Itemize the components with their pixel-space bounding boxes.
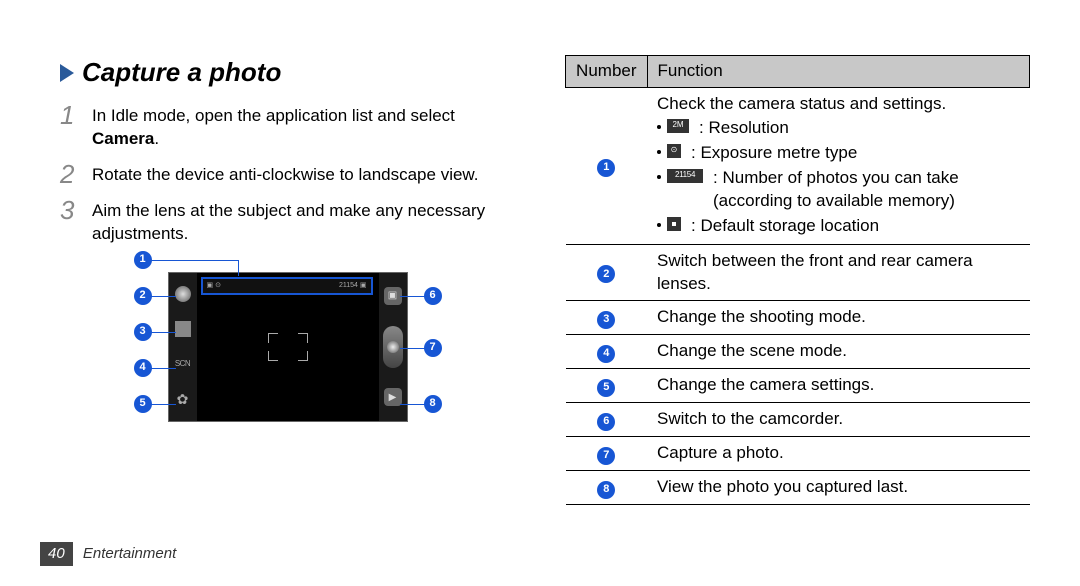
bullet-item: ⊙ : Exposure metre type xyxy=(657,141,1019,166)
number-bubble: 7 xyxy=(597,447,615,465)
callout-2: 2 xyxy=(134,287,152,305)
function-lead: Check the camera status and settings. xyxy=(657,93,1019,116)
bullet-item: : Default storage location xyxy=(657,214,1019,239)
step-number: 3 xyxy=(60,197,78,246)
right-column: Number Function 1 Check the camera status… xyxy=(565,55,1030,505)
bullet-text: : Resolution xyxy=(699,117,789,140)
left-column: Capture a photo 1 In Idle mode, open the … xyxy=(60,55,515,505)
status-left: ▣ ⊙ xyxy=(207,281,221,290)
bullet-item: 2M : Resolution xyxy=(657,116,1019,141)
mode-icon xyxy=(175,321,191,337)
function-lead: Switch to the camcorder. xyxy=(657,408,1019,431)
callout-3: 3 xyxy=(134,323,152,341)
number-bubble: 3 xyxy=(597,311,615,329)
function-bullets: 2M : Resolution⊙ : Exposure metre type21… xyxy=(657,116,1019,239)
row-function-cell: Check the camera status and settings.2M … xyxy=(647,87,1029,244)
shutter-icon xyxy=(383,326,403,368)
row-function-cell: Switch to the camcorder. xyxy=(647,403,1029,437)
row-function-cell: Change the camera settings. xyxy=(647,369,1029,403)
chevron-icon xyxy=(60,64,74,82)
table-row: 3 Change the shooting mode. xyxy=(566,301,1030,335)
step-text: In Idle mode, open the application list … xyxy=(92,102,515,151)
row-function-cell: Capture a photo. xyxy=(647,437,1029,471)
step: 2 Rotate the device anti-clockwise to lan… xyxy=(60,161,515,187)
row-function-cell: Change the scene mode. xyxy=(647,335,1029,369)
function-lead: Change the shooting mode. xyxy=(657,306,1019,329)
bullet-text: : Exposure metre type xyxy=(691,142,857,165)
row-function-cell: View the photo you captured last. xyxy=(647,471,1029,505)
table-row: 4 Change the scene mode. xyxy=(566,335,1030,369)
camera-diagram: SCN ✿ ▣ ⊙ 21154 ▣ ▣ ▶ xyxy=(60,260,515,435)
heading-text: Capture a photo xyxy=(82,55,281,90)
section-name: Entertainment xyxy=(83,545,176,562)
storage-icon xyxy=(667,217,681,231)
callout-6: 6 xyxy=(424,287,442,305)
count-icon: 21154 xyxy=(667,169,703,183)
row-number-cell: 5 xyxy=(566,369,647,403)
row-function-cell: Change the shooting mode. xyxy=(647,301,1029,335)
table-row: 5 Change the camera settings. xyxy=(566,369,1030,403)
switch-camera-icon xyxy=(175,286,191,302)
number-bubble: 4 xyxy=(597,345,615,363)
callout-8: 8 xyxy=(424,395,442,413)
focus-brackets-icon xyxy=(268,333,308,361)
steps-list: 1 In Idle mode, open the application list… xyxy=(60,102,515,246)
table-row: 8 View the photo you captured last. xyxy=(566,471,1030,505)
table-row: 2 Switch between the front and rear camer… xyxy=(566,244,1030,301)
row-number-cell: 6 xyxy=(566,403,647,437)
function-lead: View the photo you captured last. xyxy=(657,476,1019,499)
section-heading: Capture a photo xyxy=(60,55,515,90)
status-bar: ▣ ⊙ 21154 ▣ xyxy=(201,277,373,295)
function-lead: Change the camera settings. xyxy=(657,374,1019,397)
step-number: 2 xyxy=(60,161,78,187)
row-function-cell: Switch between the front and rear camera… xyxy=(647,244,1029,301)
step: 3 Aim the lens at the subject and make an… xyxy=(60,197,515,246)
table-row: 6 Switch to the camcorder. xyxy=(566,403,1030,437)
table-row: 1Check the camera status and settings.2M… xyxy=(566,87,1030,244)
callout-4: 4 xyxy=(134,359,152,377)
function-lead: Change the scene mode. xyxy=(657,340,1019,363)
th-function: Function xyxy=(647,56,1029,88)
row-number-cell: 8 xyxy=(566,471,647,505)
step-text: Rotate the device anti-clockwise to land… xyxy=(92,161,478,187)
page: Capture a photo 1 In Idle mode, open the … xyxy=(0,0,1080,505)
bullet-text: : Number of photos you can take (accordi… xyxy=(713,167,1019,213)
bullet-item: 21154 : Number of photos you can take (a… xyxy=(657,166,1019,214)
function-lead: Switch between the front and rear camera… xyxy=(657,250,1019,296)
callout-7: 7 xyxy=(424,339,442,357)
row-number-cell: 4 xyxy=(566,335,647,369)
number-bubble: 8 xyxy=(597,481,615,499)
resolution-icon: 2M xyxy=(667,119,689,133)
number-bubble: 2 xyxy=(597,265,615,283)
camera-screen: SCN ✿ ▣ ⊙ 21154 ▣ ▣ ▶ xyxy=(168,272,408,422)
row-number-cell: 2 xyxy=(566,244,647,301)
step: 1 In Idle mode, open the application list… xyxy=(60,102,515,151)
settings-icon: ✿ xyxy=(175,391,191,407)
status-right: 21154 ▣ xyxy=(339,281,367,290)
callout-5: 5 xyxy=(134,395,152,413)
th-number: Number xyxy=(566,56,647,88)
number-bubble: 1 xyxy=(597,159,615,177)
page-number: 40 xyxy=(40,542,73,566)
row-number-cell: 3 xyxy=(566,301,647,335)
bullet-text: : Default storage location xyxy=(691,215,879,238)
step-number: 1 xyxy=(60,102,78,151)
number-bubble: 6 xyxy=(597,413,615,431)
function-lead: Capture a photo. xyxy=(657,442,1019,465)
number-bubble: 5 xyxy=(597,379,615,397)
step-text: Aim the lens at the subject and make any… xyxy=(92,197,515,246)
callout-1: 1 xyxy=(134,251,152,269)
scene-icon: SCN xyxy=(175,356,191,372)
exposure-icon: ⊙ xyxy=(667,144,681,158)
table-row: 7 Capture a photo. xyxy=(566,437,1030,471)
row-number-cell: 1 xyxy=(566,87,647,244)
page-footer: 40 Entertainment xyxy=(40,542,176,566)
function-table: Number Function 1 Check the camera status… xyxy=(565,55,1030,505)
row-number-cell: 7 xyxy=(566,437,647,471)
